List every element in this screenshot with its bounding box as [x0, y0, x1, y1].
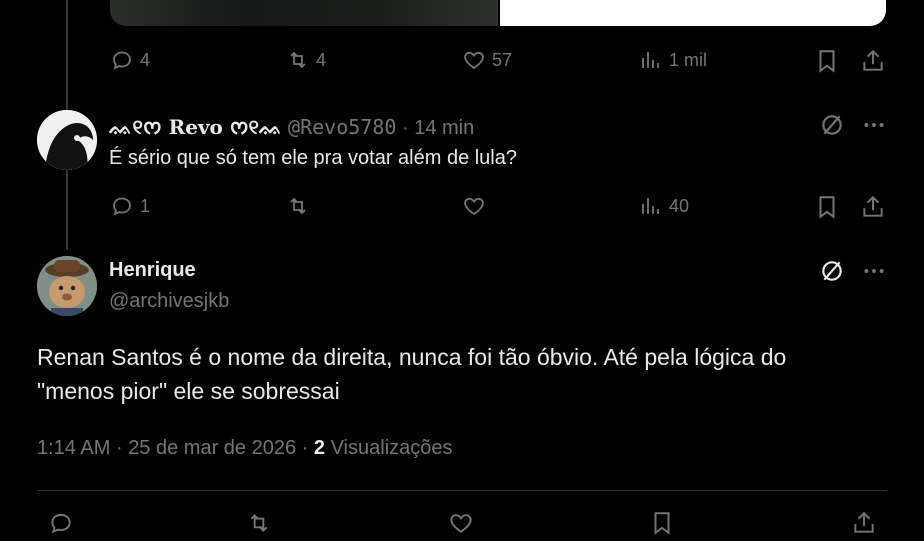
reply-icon	[51, 513, 71, 534]
thread-line	[66, 170, 68, 250]
tweet-text-line: "menos pior" ele se sobressai	[37, 378, 340, 404]
share-button[interactable]	[860, 194, 886, 220]
separator-dot: ·	[115, 437, 123, 459]
share-icon	[863, 195, 883, 217]
separator-dot: ·	[301, 437, 309, 459]
like-button[interactable]	[462, 194, 486, 218]
reply-button[interactable]: 1	[110, 194, 150, 218]
reply-icon	[113, 197, 131, 216]
bookmark-icon	[654, 512, 670, 535]
grok-icon	[822, 261, 842, 281]
views-count: 40	[669, 195, 690, 216]
avatar-image	[37, 256, 97, 316]
media-image-left[interactable]	[110, 0, 498, 26]
bookmark-button[interactable]	[649, 510, 675, 536]
reply-header: ᨐ୧ᰔ Revo ᰔ୧ᨐ @Revo5780 · 14 min	[109, 113, 474, 143]
tweet-date[interactable]: 25 de mar de 2026	[128, 437, 296, 459]
grok-button[interactable]	[819, 112, 845, 138]
reply-count: 1	[140, 195, 151, 216]
like-button[interactable]: 57	[462, 48, 512, 72]
tweet-meta: 1:14 AM · 25 de mar de 2026 · 2 Visualiz…	[37, 437, 453, 460]
grok-button[interactable]	[819, 258, 845, 284]
bookmark-icon	[819, 50, 835, 73]
reply-text: É sério que só tem ele pra votar além de…	[109, 147, 517, 169]
more-icon	[864, 269, 884, 273]
retweet-icon	[290, 197, 306, 215]
retweet-icon	[290, 51, 306, 69]
divider	[37, 490, 887, 491]
views-button[interactable]: 1 mil	[639, 48, 707, 72]
reply-button[interactable]: 4	[110, 48, 150, 72]
tweet-text-line: Renan Santos é o nome da direita, nunca …	[37, 344, 787, 370]
avatar[interactable]	[37, 256, 97, 316]
share-button[interactable]	[860, 48, 886, 74]
heart-icon	[464, 197, 484, 216]
views-icon	[642, 52, 659, 68]
like-button[interactable]	[448, 510, 474, 536]
retweet-button[interactable]	[286, 194, 310, 218]
views-count: 1 mil	[669, 49, 708, 70]
views-label: Visualizações	[330, 437, 453, 459]
like-count: 57	[492, 49, 513, 70]
share-button[interactable]	[851, 510, 877, 536]
display-name[interactable]: Henrique	[109, 259, 196, 282]
views-icon	[642, 198, 659, 214]
views-button[interactable]: 40	[639, 194, 689, 218]
avatar-image	[37, 110, 97, 170]
timestamp[interactable]: 14 min	[414, 117, 474, 139]
share-icon	[863, 49, 883, 71]
tweet-time[interactable]: 1:14 AM	[37, 437, 110, 459]
display-name[interactable]: ᨐ୧ᰔ Revo ᰔ୧ᨐ	[109, 115, 282, 139]
separator-dot: ·	[401, 117, 409, 139]
media-image-right[interactable]	[500, 0, 886, 26]
thread-line	[66, 0, 68, 112]
more-button[interactable]	[861, 258, 887, 284]
bookmark-icon	[819, 196, 835, 219]
grok-icon	[822, 115, 842, 135]
tweet-text: Renan Santos é o nome da direita, nunca …	[37, 340, 897, 408]
handle[interactable]: @Revo5780	[288, 115, 396, 139]
retweet-count: 4	[316, 49, 327, 70]
bookmark-button[interactable]	[814, 48, 840, 74]
retweet-icon	[250, 514, 268, 532]
heart-icon	[464, 51, 484, 70]
share-icon	[854, 511, 874, 533]
retweet-button[interactable]: 4	[286, 48, 326, 72]
more-icon	[864, 123, 884, 127]
views-count: 2	[313, 437, 326, 459]
reply-icon	[113, 51, 131, 70]
bookmark-button[interactable]	[814, 194, 840, 220]
heart-icon	[450, 514, 472, 533]
avatar[interactable]	[37, 110, 97, 170]
retweet-button[interactable]	[246, 510, 272, 536]
handle[interactable]: @archivesjkb	[109, 290, 229, 313]
reply-button[interactable]	[48, 510, 74, 536]
more-button[interactable]	[861, 112, 887, 138]
reply-count: 4	[140, 49, 151, 70]
